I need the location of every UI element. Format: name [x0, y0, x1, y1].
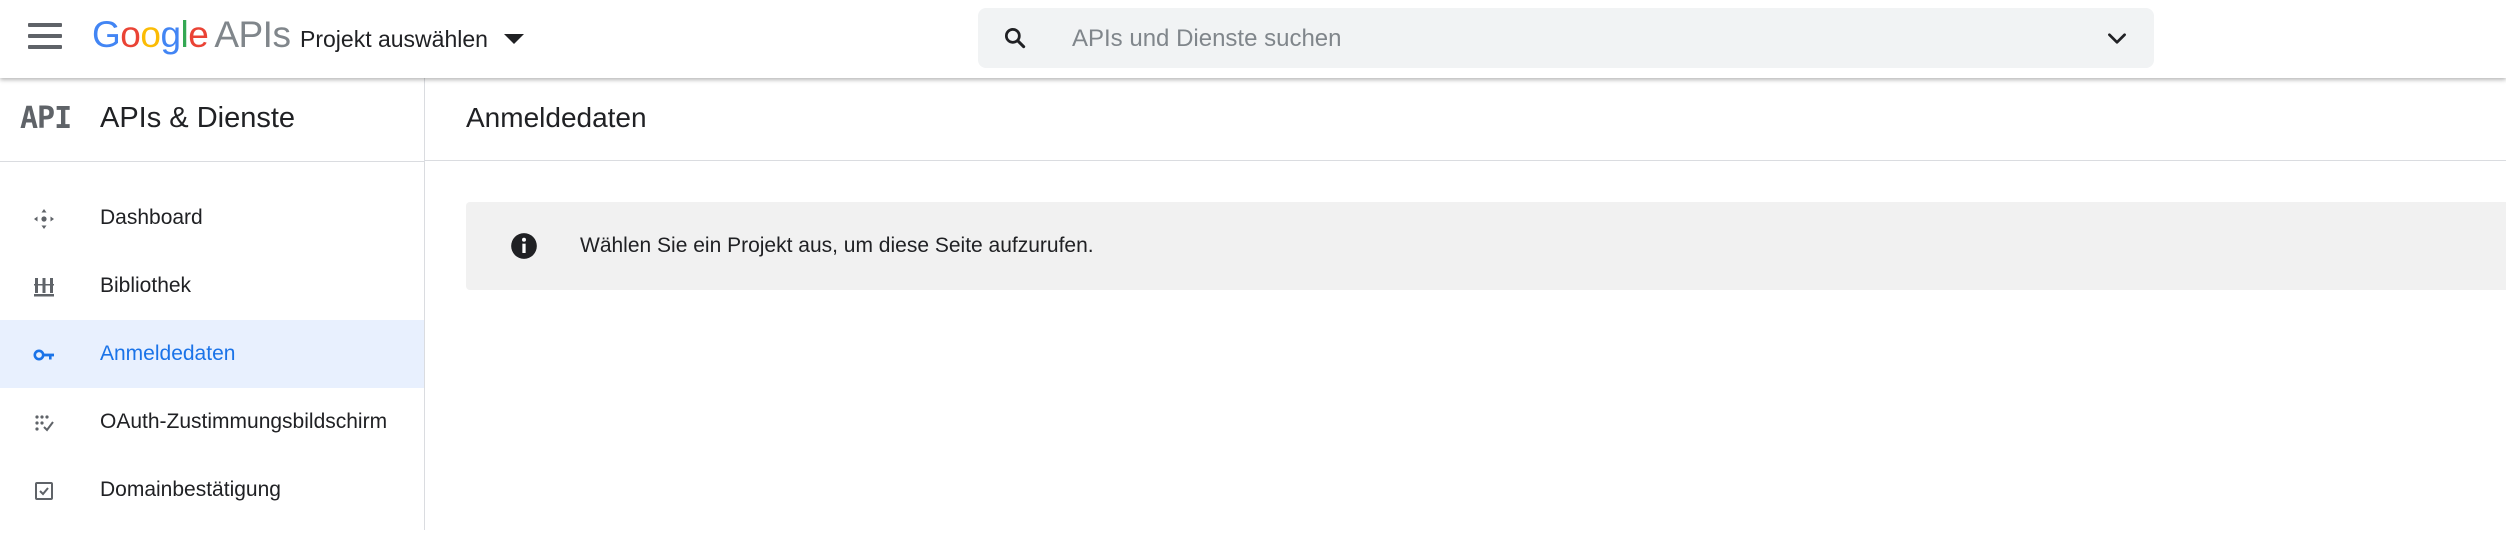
- dashboard-icon: [34, 209, 54, 229]
- sidebar-header: API APIs & Dienste: [0, 78, 424, 162]
- logo-letter: o: [120, 14, 141, 55]
- divider: [425, 160, 2506, 161]
- consent-screen-icon: [35, 415, 54, 432]
- sidebar-item-dashboard[interactable]: Dashboard: [0, 184, 424, 252]
- project-selector[interactable]: Projekt auswählen: [300, 22, 524, 56]
- sidebar-title[interactable]: APIs & Dienste: [100, 102, 295, 135]
- top-app-bar: Google APIs Projekt auswählen: [0, 0, 2506, 78]
- key-icon: [33, 349, 54, 361]
- sidebar-item-domain-verification[interactable]: Domainbestätigung: [0, 456, 424, 524]
- sidebar: API APIs & Dienste Dashboard Bibliothek: [0, 78, 425, 530]
- search-bar[interactable]: [978, 8, 2154, 68]
- info-icon: [511, 233, 537, 259]
- sidebar-item-oauth-consent[interactable]: OAuth-Zustimmungsbildschirm: [0, 388, 424, 456]
- page-title: Anmeldedaten: [466, 102, 647, 133]
- chevron-down-icon[interactable]: [2104, 25, 2130, 51]
- logo-product-name: APIs: [214, 14, 291, 55]
- sidebar-item-label: Anmeldedaten: [100, 342, 236, 365]
- sidebar-item-label: Domainbestätigung: [100, 478, 281, 501]
- sidebar-item-label: OAuth-Zustimmungsbildschirm: [100, 410, 388, 433]
- checkbox-icon: [35, 482, 53, 500]
- hamburger-menu-icon[interactable]: [28, 23, 62, 53]
- logo-letter: g: [160, 14, 181, 55]
- library-icon: [34, 278, 54, 297]
- caret-down-icon: [503, 34, 524, 44]
- search-icon: [1004, 27, 1026, 49]
- sidebar-item-library[interactable]: Bibliothek: [0, 252, 424, 320]
- logo-letter: o: [140, 14, 161, 55]
- project-selector-label: Projekt auswählen: [300, 25, 488, 52]
- logo-letter: e: [188, 14, 209, 55]
- sidebar-item-label: Dashboard: [100, 206, 203, 229]
- info-message: Wählen Sie ein Projekt aus, um diese Sei…: [580, 234, 1094, 257]
- google-apis-logo[interactable]: Google APIs: [92, 14, 291, 56]
- api-logo-icon: API: [20, 101, 72, 136]
- logo-letter: G: [92, 14, 121, 55]
- sidebar-item-label: Bibliothek: [100, 274, 192, 297]
- sidebar-item-credentials[interactable]: Anmeldedaten: [0, 320, 424, 388]
- info-banner: Wählen Sie ein Projekt aus, um diese Sei…: [466, 202, 2506, 290]
- sidebar-nav: Dashboard Bibliothek Anmeldedaten OAuth-…: [0, 184, 424, 524]
- search-input[interactable]: [1070, 20, 1974, 58]
